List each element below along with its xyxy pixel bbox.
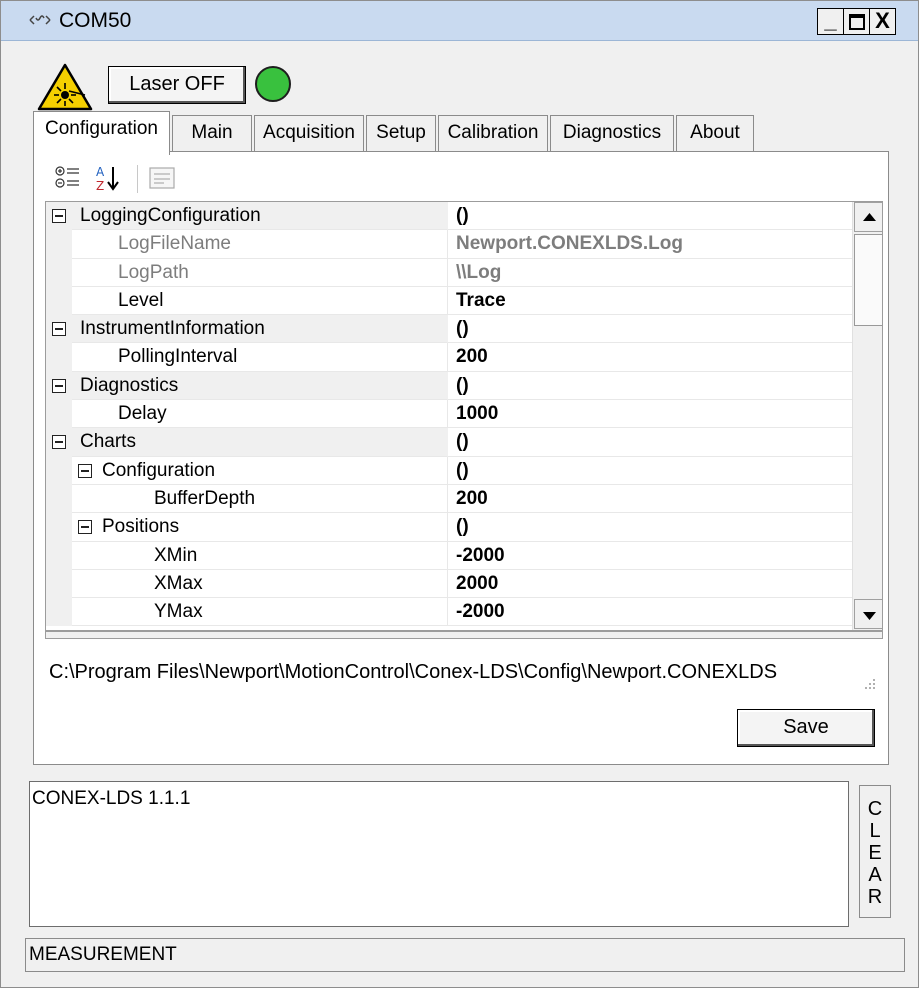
property-value[interactable]: () [448,513,852,542]
log-output[interactable]: CONEX-LDS 1.1.1 [29,781,849,927]
sort-az-icon[interactable]: A Z [93,163,123,193]
toolbar-separator [137,165,138,193]
property-row[interactable]: Delay 1000 [46,400,852,429]
property-grid[interactable]: LoggingConfiguration () LogFileName Newp… [45,201,883,631]
property-value[interactable]: () [448,315,852,344]
property-value[interactable]: -2000 [448,542,852,570]
svg-text:A: A [96,165,105,179]
property-row[interactable]: LogFileName Newport.CONEXLDS.Log [46,230,852,259]
property-value[interactable]: Newport.CONEXLDS.Log [448,230,852,259]
clear-letter: L [869,820,881,842]
scroll-thumb[interactable] [854,234,882,326]
save-button[interactable]: Save [737,709,875,747]
close-button[interactable]: X [869,8,896,35]
property-name: Diagnostics [72,371,448,401]
scroll-down-button[interactable] [854,599,882,629]
arrow-down-icon [863,612,876,620]
tab-acquisition[interactable]: Acquisition [254,115,364,153]
property-row[interactable]: Configuration () [46,456,852,485]
clear-letter: E [868,842,882,864]
property-name: LogPath [72,258,448,287]
property-value[interactable]: 200 [448,343,852,372]
property-value[interactable]: () [448,372,852,401]
property-value[interactable]: \\Log [448,259,852,287]
collapse-icon[interactable] [52,378,66,393]
laser-toggle-button[interactable]: Laser OFF [108,66,246,104]
property-description-splitter[interactable] [45,631,883,639]
property-name: Delay [72,400,448,429]
property-name: Level [72,286,448,316]
tab-diagnostics[interactable]: Diagnostics [550,115,674,153]
property-name: XMax [72,569,448,599]
property-name: PollingInterval [72,343,448,372]
property-name: Configuration [72,456,448,485]
tab-main[interactable]: Main [172,115,252,153]
app-window: COM50 _ X Laser OFF Configuration Main A… [0,0,919,988]
property-pages-icon[interactable] [149,167,175,189]
property-name: Charts [72,428,448,457]
property-row[interactable]: YMax -2000 [46,598,852,627]
collapse-icon[interactable] [52,435,66,450]
tab-calibration[interactable]: Calibration [438,115,548,153]
property-name: Positions [72,513,448,542]
property-value[interactable]: 200 [448,485,852,514]
maximize-button[interactable] [843,8,870,35]
category-row[interactable]: LoggingConfiguration () [46,202,852,231]
property-value[interactable]: 2000 [448,570,852,599]
collapse-icon[interactable] [52,209,66,223]
laser-warning-icon [37,63,93,111]
property-value[interactable]: () [448,428,852,457]
resize-grip-icon[interactable] [859,673,877,691]
serial-port-icon [29,15,51,25]
tab-configuration[interactable]: Configuration [33,111,170,155]
category-row[interactable]: InstrumentInformation () [46,315,852,344]
property-row[interactable]: BufferDepth 200 [46,484,852,514]
tab-about[interactable]: About [676,115,754,153]
collapse-icon[interactable] [52,322,66,337]
property-row[interactable]: XMax 2000 [46,569,852,599]
property-name: LoggingConfiguration [72,202,448,231]
property-name: LogFileName [72,230,448,259]
property-row[interactable]: XMin -2000 [46,541,852,570]
property-row[interactable]: LogPath \\Log [46,258,852,287]
svg-text:Z: Z [96,179,104,193]
property-name: YMax [72,598,448,627]
scroll-up-button[interactable] [854,202,882,232]
property-row[interactable]: PollingInterval 200 [46,343,852,372]
property-name: InstrumentInformation [72,315,448,344]
window-title: COM50 [59,9,132,32]
property-row[interactable]: Level Trace [46,286,852,316]
vertical-scrollbar[interactable] [852,202,882,630]
clear-letter: A [868,864,882,886]
laser-status-led [255,66,291,102]
property-value[interactable]: () [448,202,852,231]
property-value[interactable]: 1000 [448,400,852,429]
category-row[interactable]: Charts () [46,428,852,457]
property-value[interactable]: () [448,457,852,485]
minimize-button[interactable]: _ [817,8,844,35]
property-row[interactable]: Positions () [46,513,852,542]
title-bar[interactable]: COM50 _ X [1,1,918,41]
property-value[interactable]: -2000 [448,598,852,627]
clear-letter: C [867,798,883,820]
category-row[interactable]: Diagnostics () [46,371,852,401]
config-file-path: C:\Program Files\Newport\MotionControl\C… [49,661,778,683]
categorized-icon[interactable] [55,165,81,191]
clear-letter: R [867,886,883,908]
property-name: BufferDepth [72,484,448,514]
property-value[interactable]: Trace [448,287,852,316]
tab-setup[interactable]: Setup [366,115,436,153]
maximize-icon [848,14,865,30]
status-bar: MEASUREMENT [25,938,905,972]
clear-log-button[interactable]: C L E A R [859,785,891,918]
property-name: XMin [72,541,448,570]
arrow-up-icon [863,213,876,221]
